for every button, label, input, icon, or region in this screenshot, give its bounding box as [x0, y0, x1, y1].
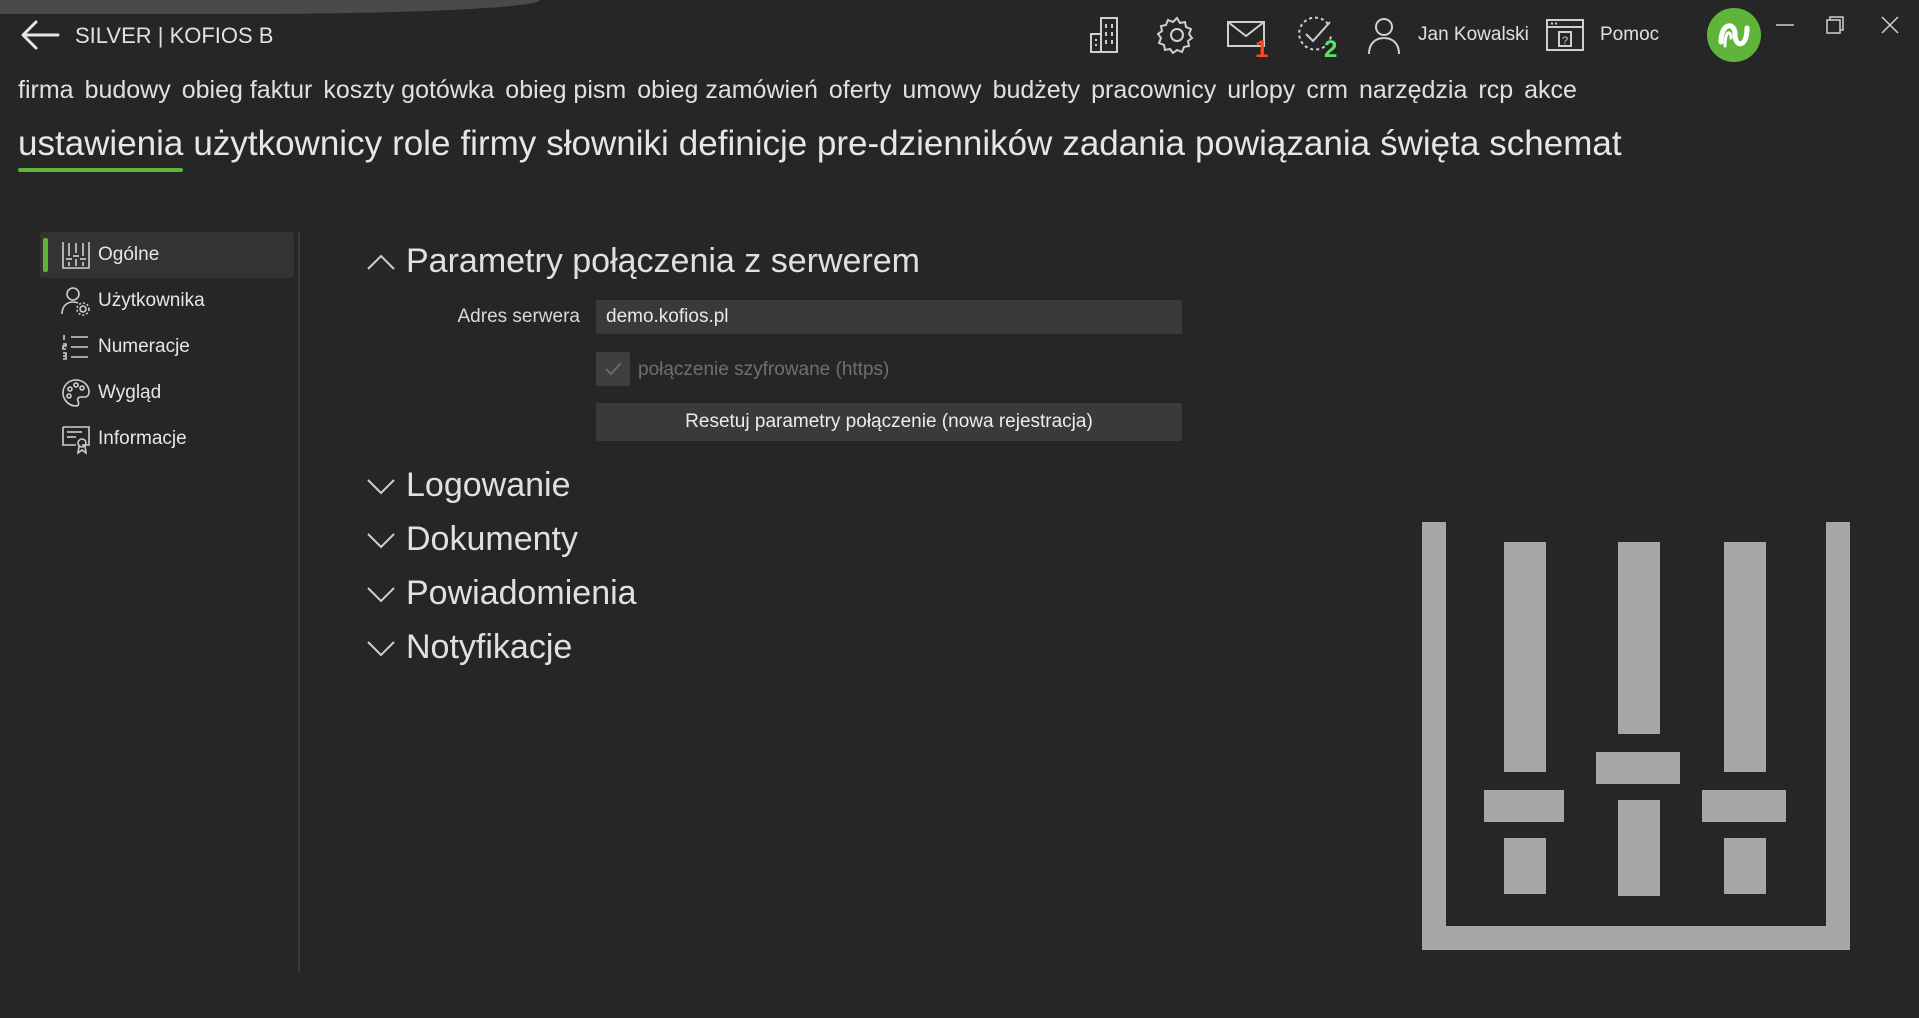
restore-icon	[1826, 16, 1844, 34]
module-firma[interactable]: firma	[18, 76, 74, 104]
arrow-left-icon	[21, 20, 60, 50]
sidebar-item-label: Ogólne	[98, 244, 160, 265]
sidebar-item-wyglad[interactable]: Wygląd	[40, 370, 294, 416]
mail-count-badge: 1	[1255, 36, 1269, 63]
module-urlopy[interactable]: urlopy	[1227, 76, 1295, 104]
sliders-illustration-icon	[1422, 522, 1850, 950]
section-logowanie[interactable]: Logowanie	[364, 466, 570, 505]
tab-definicje-pre-dziennikow[interactable]: definicje pre-dzienników	[679, 124, 1053, 172]
buildings-button[interactable]	[1086, 14, 1128, 56]
tasks-button[interactable]: 2	[1294, 14, 1337, 63]
module-koszty-gotowka[interactable]: koszty gotówka	[323, 76, 494, 104]
module-crm[interactable]: crm	[1306, 76, 1348, 104]
help-button[interactable]: ?	[1544, 14, 1586, 56]
section-title: Parametry połączenia z serwerem	[406, 242, 920, 280]
user-name[interactable]: Jan Kowalski	[1418, 24, 1529, 46]
chevron-down-icon	[367, 586, 395, 602]
sidebar-divider	[298, 232, 300, 972]
section-server-connection[interactable]: Parametry połączenia z serwerem	[364, 242, 920, 281]
tab-zadania[interactable]: zadania	[1062, 124, 1185, 172]
section-powiadomienia[interactable]: Powiadomienia	[364, 574, 637, 613]
module-obieg-zamowien[interactable]: obieg zamówień	[637, 76, 818, 104]
settings-button[interactable]	[1156, 14, 1198, 56]
sidebar-item-ogolne[interactable]: Ogólne	[40, 232, 294, 278]
close-button[interactable]	[1875, 12, 1905, 38]
checkmark-icon	[605, 362, 622, 376]
server-address-input[interactable]	[596, 300, 1182, 334]
https-checkbox-label: połączenie szyfrowane (https)	[638, 359, 890, 380]
chevron-down-icon	[367, 478, 395, 494]
https-checkbox[interactable]	[596, 352, 630, 386]
title-bar: SILVER | KOFIOS B 1 2 Jan Kowalski ? Pom…	[0, 0, 1919, 70]
help-window-icon: ?	[1546, 19, 1584, 51]
module-budzety[interactable]: budżety	[993, 76, 1081, 104]
sidebar-item-label: Informacje	[98, 428, 187, 449]
app-title: SILVER | KOFIOS B	[75, 23, 274, 48]
settings-sidebar: Ogólne Użytkownika Numeracje Wygląd Info…	[40, 232, 294, 462]
palette-icon	[62, 379, 90, 407]
certificate-icon	[62, 426, 90, 455]
minimize-button[interactable]	[1770, 12, 1800, 38]
module-umowy[interactable]: umowy	[902, 76, 981, 104]
sidebar-item-uzytkownika[interactable]: Użytkownika	[40, 278, 294, 324]
section-dokumenty[interactable]: Dokumenty	[364, 520, 578, 559]
tab-slowniki[interactable]: słowniki	[546, 124, 669, 172]
tab-swieta[interactable]: święta	[1380, 124, 1479, 172]
restore-button[interactable]	[1820, 12, 1850, 38]
help-label[interactable]: Pomoc	[1600, 24, 1659, 46]
user-button[interactable]	[1363, 14, 1405, 56]
back-button[interactable]	[18, 16, 62, 54]
sidebar-item-informacje[interactable]: Informacje	[40, 416, 294, 462]
section-title: Notyfikacje	[406, 628, 573, 666]
tab-firmy[interactable]: firmy	[460, 124, 536, 172]
tab-uzytkownicy[interactable]: użytkownicy	[193, 124, 382, 172]
chevron-down-icon	[367, 532, 395, 548]
server-address-label: Adres serwera	[457, 306, 581, 327]
numbered-list-icon	[62, 335, 88, 360]
module-pracownicy[interactable]: pracownicy	[1091, 76, 1216, 104]
tab-powiazania[interactable]: powiązania	[1195, 124, 1370, 172]
sidebar-item-label: Wygląd	[98, 382, 162, 403]
chevron-down-icon	[367, 640, 395, 656]
gear-icon	[1156, 16, 1194, 55]
modules-nav: firma budowy obieg faktur koszty gotówka obi…	[18, 76, 1622, 112]
chevron-up-icon	[367, 254, 395, 270]
user-icon	[1368, 18, 1400, 55]
module-oferty[interactable]: oferty	[829, 76, 892, 104]
user-settings-icon	[61, 287, 90, 316]
minimize-icon	[1776, 24, 1794, 26]
kofios-logo-icon	[1707, 8, 1761, 62]
module-narzedzia[interactable]: narzędzia	[1359, 76, 1467, 104]
reset-connection-button[interactable]: Resetuj parametry połączenie (nowa rejes…	[596, 403, 1182, 441]
tab-ustawienia[interactable]: ustawienia	[18, 124, 184, 172]
module-rcp[interactable]: rcp	[1478, 76, 1513, 104]
tab-role[interactable]: role	[392, 124, 450, 172]
module-obieg-faktur[interactable]: obieg faktur	[182, 76, 313, 104]
tab-schematy[interactable]: schematy a	[1489, 124, 1622, 172]
sidebar-item-label: Użytkownika	[98, 290, 205, 311]
mail-button[interactable]: 1	[1225, 14, 1268, 63]
settings-subtabs: ustawienia użytkownicy role firmy słowniki de…	[18, 124, 1622, 180]
module-akce[interactable]: akce	[1524, 76, 1577, 104]
section-title: Powiadomienia	[406, 574, 637, 612]
sliders-icon	[62, 242, 90, 269]
section-notyfikacje[interactable]: Notyfikacje	[364, 628, 572, 667]
buildings-icon	[1090, 17, 1118, 53]
sidebar-item-label: Numeracje	[98, 336, 190, 357]
section-title: Logowanie	[406, 466, 571, 504]
tasks-count-badge: 2	[1324, 36, 1338, 63]
close-icon	[1881, 16, 1899, 34]
module-budowy[interactable]: budowy	[85, 76, 171, 104]
section-title: Dokumenty	[406, 520, 578, 558]
module-obieg-pism[interactable]: obieg pism	[505, 76, 626, 104]
svg-text:?: ?	[1562, 35, 1568, 47]
sidebar-item-numeracje[interactable]: Numeracje	[40, 324, 294, 370]
